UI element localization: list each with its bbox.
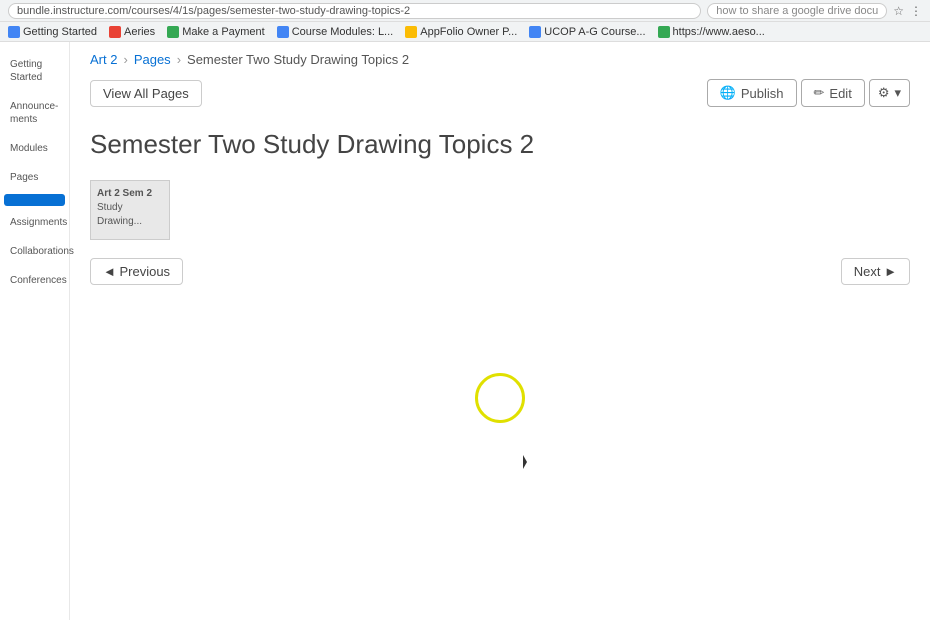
bookmark-icon-ucop bbox=[529, 26, 541, 38]
browser-nav-icons: ☆ ⋮ bbox=[893, 4, 922, 18]
bookmark-appfolio[interactable]: AppFolio Owner P... bbox=[405, 26, 517, 38]
sidebar-item-active[interactable] bbox=[4, 194, 65, 206]
breadcrumb: Art 2 › Pages › Semester Two Study Drawi… bbox=[70, 42, 930, 73]
breadcrumb-course-link[interactable]: Art 2 bbox=[90, 52, 117, 67]
sidebar-item-assignments[interactable]: Assignments bbox=[0, 210, 69, 235]
url-bar[interactable]: bundle.instructure.com/courses/4/1s/page… bbox=[8, 3, 701, 19]
sidebar: Getting Started Announce-ments Modules P… bbox=[0, 42, 70, 620]
card-thumbnail: Art 2 Sem 2 Study Drawing... bbox=[90, 180, 170, 240]
sidebar-item-modules[interactable]: Modules bbox=[0, 136, 69, 161]
bookmark-label-aeries: Aeries bbox=[124, 26, 155, 38]
breadcrumb-pages-link[interactable]: Pages bbox=[134, 52, 171, 67]
bookmark-icon-getting-started bbox=[8, 26, 20, 38]
star-icon[interactable]: ☆ bbox=[893, 4, 904, 18]
publish-button[interactable]: 🌐 Publish bbox=[707, 79, 797, 107]
view-all-pages-button[interactable]: View All Pages bbox=[90, 80, 202, 107]
browser-chrome: bundle.instructure.com/courses/4/1s/page… bbox=[0, 0, 930, 22]
edit-button[interactable]: ✏ Edit bbox=[801, 79, 865, 107]
bookmark-course-modules[interactable]: Course Modules: L... bbox=[277, 26, 394, 38]
toolbar-right: 🌐 Publish ✏ Edit ⚙ ▾ bbox=[707, 79, 910, 107]
sidebar-item-getting-started[interactable]: Getting Started bbox=[0, 52, 69, 90]
card-line1: Art 2 Sem 2 bbox=[97, 187, 152, 201]
bookmark-label-aeso: https://www.aeso... bbox=[673, 26, 765, 38]
content-card: Art 2 Sem 2 Study Drawing... bbox=[90, 180, 910, 240]
spinner-container bbox=[70, 293, 930, 423]
card-line2: Study bbox=[97, 201, 123, 215]
loading-spinner bbox=[475, 373, 525, 423]
bookmark-aeries[interactable]: Aeries bbox=[109, 26, 155, 38]
bookmark-icon-course-modules bbox=[277, 26, 289, 38]
settings-button[interactable]: ⚙ ▾ bbox=[869, 79, 910, 107]
page-title: Semester Two Study Drawing Topics 2 bbox=[70, 113, 930, 170]
nav-buttons: ◄ Previous Next ► bbox=[70, 250, 930, 293]
search-text: how to share a google drive document in … bbox=[716, 5, 878, 17]
breadcrumb-sep-2: › bbox=[177, 52, 181, 67]
bookmark-label-appfolio: AppFolio Owner P... bbox=[420, 26, 517, 38]
edit-icon: ✏ bbox=[814, 85, 825, 101]
card-line3: Drawing... bbox=[97, 215, 142, 229]
publish-label: Publish bbox=[741, 86, 784, 101]
search-bar[interactable]: how to share a google drive document in … bbox=[707, 3, 887, 19]
bookmark-ucop[interactable]: UCOP A-G Course... bbox=[529, 26, 645, 38]
bookmark-label-getting-started: Getting Started bbox=[23, 26, 97, 38]
bookmark-aeso[interactable]: https://www.aeso... bbox=[658, 26, 765, 38]
caret-icon: ▾ bbox=[894, 85, 901, 101]
bookmark-icon-aeso bbox=[658, 26, 670, 38]
sidebar-item-conferences[interactable]: Conferences bbox=[0, 268, 69, 293]
bookmark-label-payment: Make a Payment bbox=[182, 26, 265, 38]
bookmark-icon-appfolio bbox=[405, 26, 417, 38]
url-text: bundle.instructure.com/courses/4/1s/page… bbox=[17, 5, 410, 17]
bookmark-label-course-modules: Course Modules: L... bbox=[292, 26, 394, 38]
bookmark-icon-payment bbox=[167, 26, 179, 38]
sidebar-item-pages[interactable]: Pages bbox=[0, 165, 69, 190]
publish-icon: 🌐 bbox=[720, 85, 736, 101]
content-area: Art 2 › Pages › Semester Two Study Drawi… bbox=[70, 42, 930, 620]
toolbar: View All Pages 🌐 Publish ✏ Edit ⚙ ▾ bbox=[70, 73, 930, 113]
previous-button[interactable]: ◄ Previous bbox=[90, 258, 183, 285]
bookmark-getting-started[interactable]: Getting Started bbox=[8, 26, 97, 38]
next-button[interactable]: Next ► bbox=[841, 258, 910, 285]
bookmarks-bar: Getting Started Aeries Make a Payment Co… bbox=[0, 22, 930, 42]
breadcrumb-current-page: Semester Two Study Drawing Topics 2 bbox=[187, 52, 409, 67]
bookmark-label-ucop: UCOP A-G Course... bbox=[544, 26, 645, 38]
app-container: Getting Started Announce-ments Modules P… bbox=[0, 42, 930, 620]
bookmark-payment[interactable]: Make a Payment bbox=[167, 26, 265, 38]
edit-label: Edit bbox=[829, 86, 851, 101]
sidebar-item-announcements[interactable]: Announce-ments bbox=[0, 94, 69, 132]
breadcrumb-sep-1: › bbox=[123, 52, 127, 67]
gear-icon: ⚙ bbox=[878, 85, 890, 101]
menu-icon[interactable]: ⋮ bbox=[910, 4, 922, 18]
cursor bbox=[523, 455, 533, 469]
sidebar-item-collaborations[interactable]: Collaborations bbox=[0, 239, 69, 264]
bookmark-icon-aeries bbox=[109, 26, 121, 38]
